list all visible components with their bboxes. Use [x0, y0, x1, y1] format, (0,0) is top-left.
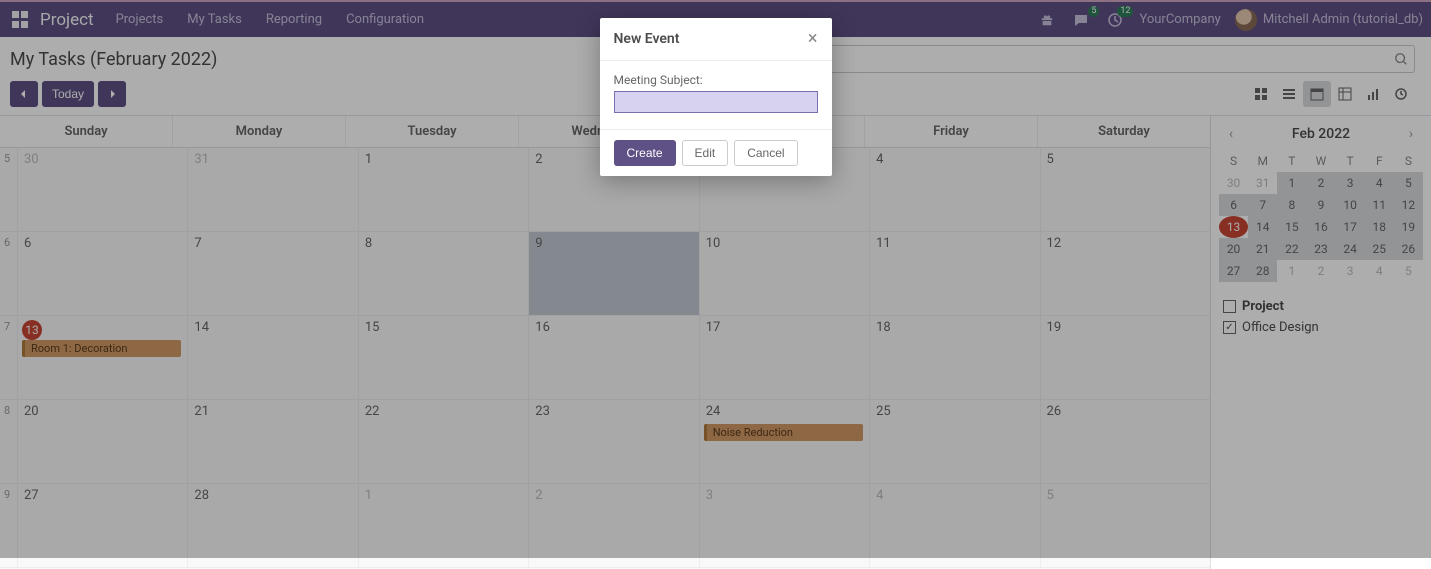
meeting-subject-label: Meeting Subject: — [614, 73, 818, 87]
modal-title: New Event — [614, 31, 680, 47]
modal-overlay[interactable]: New Event × Meeting Subject: Create Edit… — [0, 0, 1431, 558]
create-button[interactable]: Create — [614, 140, 676, 166]
new-event-modal: New Event × Meeting Subject: Create Edit… — [600, 18, 832, 176]
close-icon[interactable]: × — [808, 30, 818, 48]
edit-button[interactable]: Edit — [682, 140, 729, 166]
meeting-subject-input[interactable] — [614, 91, 818, 113]
cancel-button[interactable]: Cancel — [734, 140, 797, 166]
